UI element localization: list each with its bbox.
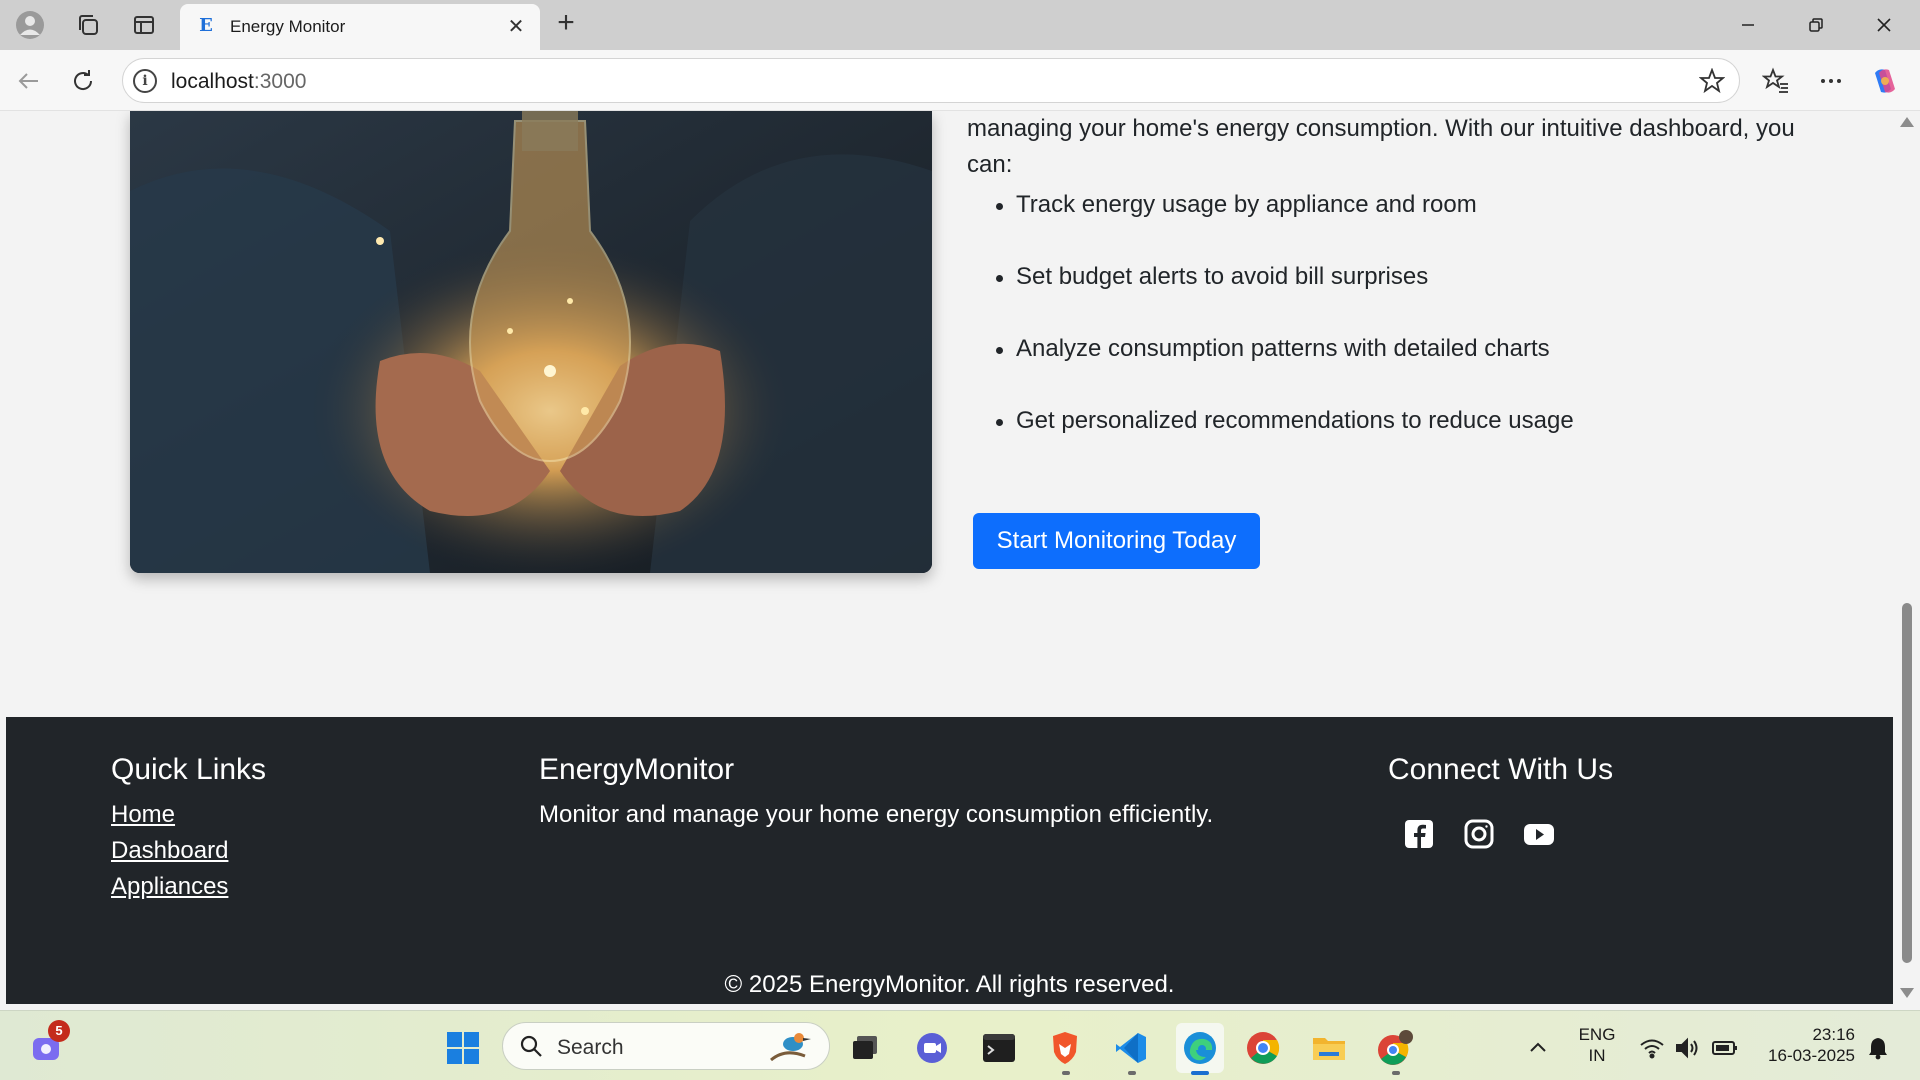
favorite-star-icon[interactable]	[1698, 67, 1726, 94]
search-highlight-bird-icon	[765, 1026, 817, 1071]
scroll-up-icon[interactable]	[1900, 117, 1914, 127]
browser-tab-active[interactable]: E Energy Monitor ✕	[180, 4, 540, 50]
show-hidden-icons-icon[interactable]	[1518, 1027, 1558, 1069]
page-viewport: managing your home's energy consumption.…	[6, 111, 1893, 1004]
clock-time: 23:16	[1812, 1025, 1855, 1044]
refresh-icon[interactable]	[64, 62, 102, 100]
profile-icon[interactable]	[12, 9, 48, 41]
vertical-tabs-icon[interactable]	[126, 9, 162, 41]
language-indicator[interactable]: ENG IN	[1572, 1024, 1622, 1066]
hero-image	[130, 111, 932, 573]
vscode-icon[interactable]	[1110, 1027, 1152, 1069]
address-bar[interactable]: i localhost:3000	[122, 58, 1740, 103]
scroll-down-icon[interactable]	[1900, 988, 1914, 998]
address-url[interactable]: localhost:3000	[171, 70, 306, 94]
restore-icon[interactable]	[1782, 0, 1850, 50]
meet-icon[interactable]	[911, 1027, 953, 1069]
language-code: ENG	[1578, 1025, 1616, 1044]
instagram-icon[interactable]	[1462, 817, 1496, 851]
about-intro-text: managing your home's energy consumption.…	[967, 115, 1795, 178]
scrollbar-thumb[interactable]	[1902, 603, 1912, 963]
notification-bell-icon[interactable]	[1858, 1027, 1898, 1069]
browser-tab-bar: E Energy Monitor ✕ +	[0, 0, 1920, 50]
page-scrollbar[interactable]	[1893, 111, 1920, 1004]
active-indicator	[1191, 1071, 1209, 1075]
windows-taskbar: 5 Search ENG IN 23:16 16-03-2025	[0, 1010, 1920, 1080]
search-placeholder: Search	[557, 1036, 624, 1059]
energy-favicon-icon: E	[199, 15, 213, 36]
connect-heading: Connect With Us	[1388, 753, 1614, 786]
clock-date: 16-03-2025	[1768, 1046, 1855, 1065]
new-tab-icon[interactable]: +	[548, 6, 584, 42]
clock[interactable]: 23:16 16-03-2025	[1755, 1024, 1855, 1066]
footer-link-dashboard[interactable]: Dashboard	[111, 837, 228, 865]
quick-links-heading: Quick Links	[111, 753, 267, 786]
brand-heading: EnergyMonitor	[539, 753, 735, 786]
footer-link-appliances[interactable]: Appliances	[111, 873, 228, 901]
file-explorer-icon[interactable]	[1308, 1027, 1350, 1069]
brand-description: Monitor and manage your home energy cons…	[539, 801, 1214, 828]
task-view-icon[interactable]	[844, 1027, 886, 1069]
tab-title: Energy Monitor	[230, 17, 346, 36]
notification-badge: 5	[48, 1020, 70, 1042]
copilot-icon[interactable]	[1866, 62, 1904, 100]
browser-toolbar: i localhost:3000	[0, 50, 1920, 111]
site-footer: Quick Links Home Dashboard Appliances En…	[6, 717, 1893, 1004]
footer-link-home[interactable]: Home	[111, 801, 175, 829]
running-indicator	[1128, 1071, 1136, 1075]
taskbar-search[interactable]: Search	[502, 1022, 830, 1070]
close-tab-icon[interactable]: ✕	[504, 15, 528, 39]
windows-start-icon[interactable]	[442, 1027, 484, 1069]
close-window-icon[interactable]	[1850, 0, 1918, 50]
chrome-icon[interactable]	[1242, 1027, 1284, 1069]
brave-browser-icon[interactable]	[1044, 1027, 1086, 1069]
running-indicator	[1392, 1071, 1400, 1075]
favorites-list-icon[interactable]	[1757, 62, 1795, 100]
minimize-icon[interactable]	[1714, 0, 1782, 50]
workspaces-icon[interactable]	[70, 9, 106, 41]
search-icon	[519, 1034, 543, 1063]
battery-icon[interactable]	[1705, 1027, 1745, 1069]
chrome-profile-icon[interactable]	[1374, 1027, 1416, 1069]
feature-list: Track energy usage by appliance and room…	[967, 189, 1797, 477]
region-code: IN	[1588, 1046, 1606, 1065]
running-indicator	[1062, 1071, 1070, 1075]
list-item: Analyze consumption patterns with detail…	[967, 333, 1797, 405]
more-options-icon[interactable]	[1812, 62, 1850, 100]
list-item: Get personalized recommendations to redu…	[967, 405, 1797, 477]
list-item: Track energy usage by appliance and room	[967, 189, 1797, 261]
terminal-icon[interactable]	[978, 1027, 1020, 1069]
back-icon[interactable]	[10, 62, 48, 100]
facebook-icon[interactable]	[1402, 817, 1436, 851]
wifi-icon[interactable]	[1632, 1027, 1672, 1069]
copyright-text: © 2025 EnergyMonitor. All rights reserve…	[724, 971, 1175, 998]
start-monitoring-button[interactable]: Start Monitoring Today	[973, 513, 1260, 569]
edge-browser-icon[interactable]	[1176, 1023, 1224, 1073]
site-info-icon[interactable]: i	[133, 69, 157, 93]
youtube-icon[interactable]	[1522, 817, 1556, 851]
list-item: Set budget alerts to avoid bill surprise…	[967, 261, 1797, 333]
volume-icon[interactable]	[1668, 1027, 1708, 1069]
